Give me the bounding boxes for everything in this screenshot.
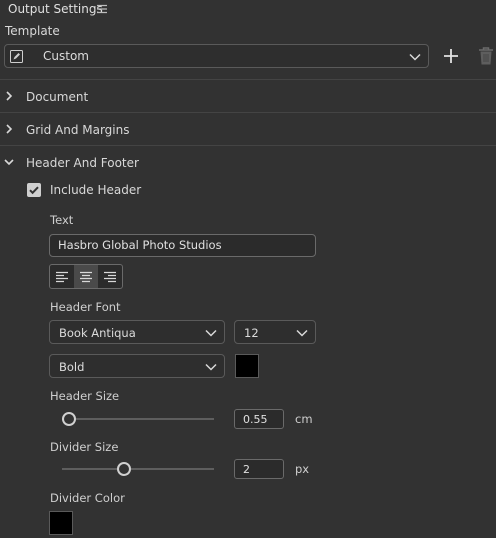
align-center-button[interactable] — [74, 265, 98, 288]
divider-size-unit: px — [295, 462, 310, 476]
header-size-slider-thumb[interactable] — [62, 412, 76, 426]
header-size-label: Header Size — [50, 389, 120, 403]
divider-color-swatch[interactable] — [49, 511, 73, 535]
chevron-right-icon — [4, 91, 14, 101]
font-family-value: Book Antiqua — [59, 326, 136, 340]
divider — [0, 145, 496, 146]
divider-size-slider-track[interactable] — [62, 468, 214, 470]
divider-size-label: Divider Size — [50, 440, 119, 454]
alignment-group — [49, 264, 123, 289]
header-text-value: Hasbro Global Photo Studios — [58, 238, 222, 252]
align-center-icon — [80, 271, 92, 282]
header-size-unit: cm — [295, 412, 313, 426]
chevron-down-icon — [205, 363, 217, 371]
section-document[interactable]: Document — [0, 82, 496, 110]
section-header-footer-label: Header And Footer — [26, 156, 139, 170]
align-right-button[interactable] — [98, 265, 122, 288]
edit-icon[interactable] — [10, 50, 23, 63]
header-size-value: 0.55 — [243, 413, 268, 426]
include-header-checkbox[interactable] — [27, 183, 41, 197]
divider-size-input[interactable] — [234, 459, 284, 479]
panel-menu-icon[interactable] — [96, 4, 108, 14]
section-grid-label: Grid And Margins — [26, 123, 130, 137]
section-header-and-footer[interactable]: Header And Footer — [0, 148, 496, 176]
align-right-icon — [104, 271, 116, 282]
chevron-down-icon — [4, 157, 14, 167]
header-font-label: Header Font — [50, 300, 121, 314]
section-grid-and-margins[interactable]: Grid And Margins — [0, 115, 496, 143]
header-size-slider-track[interactable] — [62, 418, 214, 420]
font-weight-value: Bold — [59, 360, 85, 374]
font-size-value: 12 — [244, 326, 259, 340]
divider — [0, 112, 496, 113]
align-left-icon — [56, 271, 68, 282]
include-header-label: Include Header — [50, 183, 142, 197]
divider — [0, 79, 496, 80]
template-value: Custom — [43, 49, 89, 63]
template-label: Template — [5, 24, 60, 38]
header-font-color-swatch[interactable] — [235, 354, 259, 378]
chevron-right-icon — [4, 124, 14, 134]
chevron-down-icon — [205, 329, 217, 337]
chevron-down-icon — [296, 329, 308, 337]
align-left-button[interactable] — [50, 265, 74, 288]
chevron-down-icon[interactable] — [409, 53, 421, 61]
panel-title: Output Settings — [8, 2, 103, 16]
add-template-button[interactable] — [442, 47, 460, 65]
section-document-label: Document — [26, 90, 89, 104]
divider-color-label: Divider Color — [50, 491, 125, 505]
divider-size-slider-thumb[interactable] — [117, 462, 132, 476]
divider-size-value: 2 — [243, 463, 250, 476]
delete-template-button[interactable] — [478, 46, 494, 66]
text-label: Text — [50, 213, 74, 227]
